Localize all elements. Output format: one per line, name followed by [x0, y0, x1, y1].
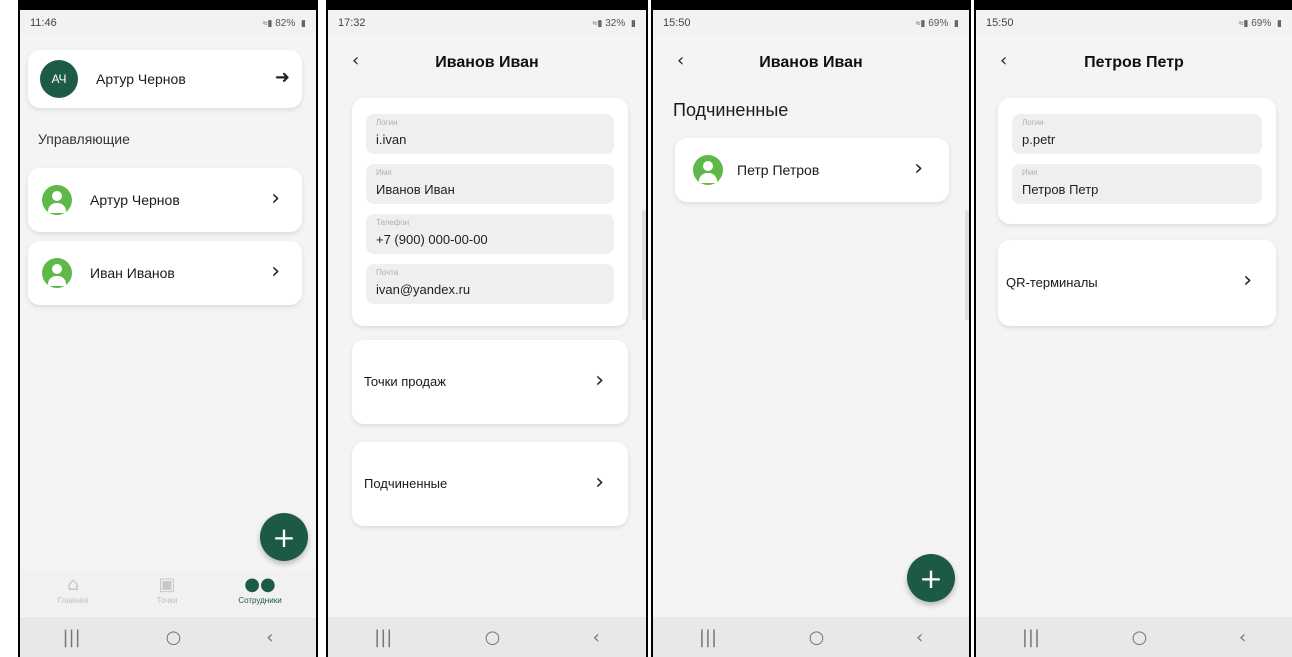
- name-field[interactable]: Имя Петров Петр: [1012, 164, 1262, 204]
- current-user-name: Артур Чернов: [96, 71, 186, 87]
- login-field[interactable]: Логин p.petr: [1012, 114, 1262, 154]
- status-battery: ≈▮ 69% ▮: [915, 17, 959, 29]
- add-button[interactable]: +: [260, 513, 308, 561]
- bottom-nav: ⌂ Главная ▣ Точки ●● Сотрудники: [20, 570, 316, 615]
- list-item-name: Иван Иванов: [90, 265, 175, 281]
- home-circle-icon[interactable]: ○: [809, 627, 825, 648]
- add-button[interactable]: +: [907, 554, 955, 602]
- phone-field[interactable]: Телефон +7 (900) 000-00-00: [366, 214, 614, 254]
- home-circle-icon[interactable]: ○: [1132, 627, 1148, 648]
- chevron-right-icon: ›: [914, 156, 923, 181]
- nav-item-home[interactable]: ⌂ Главная: [38, 574, 108, 605]
- screen-employee-detail: 17:32 ≈▮ 32% ▮ ‹ Иванов Иван Логин i.iva…: [328, 10, 646, 657]
- user-avatar-icon: [42, 258, 72, 288]
- status-bar: 17:32 ≈▮ 32% ▮: [328, 10, 646, 36]
- status-time: 15:50: [986, 17, 1014, 29]
- section-label-managers: Управляющие: [38, 131, 130, 147]
- system-nav-bar: ||| ○ ‹: [976, 617, 1292, 657]
- chevron-right-icon: ›: [595, 368, 604, 393]
- list-item[interactable]: Петр Петров ›: [675, 138, 949, 202]
- sales-points-link[interactable]: Точки продаж ›: [352, 340, 628, 424]
- back-icon[interactable]: ‹: [916, 627, 923, 648]
- battery-icon: ▮: [1277, 17, 1282, 28]
- profile-fields-card: Логин i.ivan Имя Иванов Иван Телефон +7 …: [352, 98, 628, 326]
- status-battery: ≈▮ 69% ▮: [1238, 17, 1282, 29]
- status-time: 17:32: [338, 17, 366, 29]
- home-icon: ⌂: [67, 574, 79, 595]
- battery-icon: ▮: [301, 17, 306, 28]
- status-bar: 15:50 ≈▮ 69% ▮: [976, 10, 1292, 36]
- people-icon: ●●: [244, 574, 276, 595]
- subordinates-link[interactable]: Подчиненные ›: [352, 442, 628, 526]
- signal-icon: ≈▮: [1238, 17, 1249, 28]
- user-avatar-icon: [693, 155, 723, 185]
- chevron-right-icon: ›: [1243, 268, 1252, 293]
- nav-item-employees[interactable]: ●● Сотрудники: [225, 574, 295, 605]
- page-title: Иванов Иван: [759, 54, 863, 71]
- battery-icon: ▮: [954, 17, 959, 28]
- chevron-right-icon: ›: [595, 470, 604, 495]
- signal-icon: ≈▮: [592, 17, 603, 28]
- qr-terminals-link[interactable]: QR-терминалы ›: [998, 240, 1276, 326]
- scrollbar[interactable]: [642, 210, 646, 320]
- scrollbar[interactable]: [965, 210, 969, 320]
- chevron-right-icon: ›: [271, 259, 280, 284]
- recent-apps-icon[interactable]: |||: [699, 627, 717, 648]
- chevron-right-icon: ›: [271, 186, 280, 211]
- nav-item-points[interactable]: ▣ Точки: [132, 574, 202, 605]
- status-bar: 11:46 ≈▮ 82% ▮: [20, 10, 316, 36]
- status-battery: ≈▮ 82% ▮: [262, 17, 306, 29]
- section-label-subordinates: Подчиненные: [673, 100, 789, 120]
- screen-managers: 11:46 ≈▮ 82% ▮ АЧ Артур Чернов ➜ Управля…: [20, 10, 316, 657]
- recent-apps-icon[interactable]: |||: [374, 627, 392, 648]
- briefcase-icon: ▣: [158, 574, 176, 595]
- profile-fields-card: Логин p.petr Имя Петров Петр: [998, 98, 1276, 224]
- login-field[interactable]: Логин i.ivan: [366, 114, 614, 154]
- signal-icon: ≈▮: [262, 17, 273, 28]
- current-user-card: АЧ Артур Чернов ➜: [28, 50, 302, 108]
- system-nav-bar: ||| ○ ‹: [328, 617, 646, 657]
- logout-icon[interactable]: ➜: [275, 67, 290, 88]
- home-circle-icon[interactable]: ○: [485, 627, 501, 648]
- back-icon[interactable]: ‹: [266, 627, 273, 648]
- screen-employee-detail-petrov: 15:50 ≈▮ 69% ▮ ‹ Петров Петр Логин p.pet…: [976, 10, 1292, 657]
- system-nav-bar: ||| ○ ‹: [653, 617, 969, 657]
- page-title: Иванов Иван: [435, 54, 539, 71]
- status-time: 11:46: [30, 17, 57, 29]
- status-battery: ≈▮ 32% ▮: [592, 17, 636, 29]
- recent-apps-icon[interactable]: |||: [1022, 627, 1040, 648]
- system-nav-bar: ||| ○ ‹: [20, 617, 316, 657]
- name-field[interactable]: Имя Иванов Иван: [366, 164, 614, 204]
- back-icon[interactable]: ‹: [1239, 627, 1246, 648]
- list-item-name: Петр Петров: [737, 162, 820, 178]
- page-title: Петров Петр: [1084, 54, 1184, 71]
- list-item[interactable]: Иван Иванов ›: [28, 241, 302, 305]
- status-bar: 15:50 ≈▮ 69% ▮: [653, 10, 969, 36]
- home-circle-icon[interactable]: ○: [166, 627, 182, 648]
- user-avatar: АЧ: [40, 60, 78, 98]
- screen-subordinates: 15:50 ≈▮ 69% ▮ ‹ Иванов Иван Подчиненные…: [653, 10, 969, 657]
- list-item-name: Артур Чернов: [90, 192, 180, 208]
- recent-apps-icon[interactable]: |||: [62, 627, 80, 648]
- status-time: 15:50: [663, 17, 691, 29]
- list-item[interactable]: Артур Чернов ›: [28, 168, 302, 232]
- signal-icon: ≈▮: [915, 17, 926, 28]
- email-field[interactable]: Почта ivan@yandex.ru: [366, 264, 614, 304]
- back-icon[interactable]: ‹: [593, 627, 600, 648]
- battery-icon: ▮: [631, 17, 636, 28]
- user-avatar-icon: [42, 185, 72, 215]
